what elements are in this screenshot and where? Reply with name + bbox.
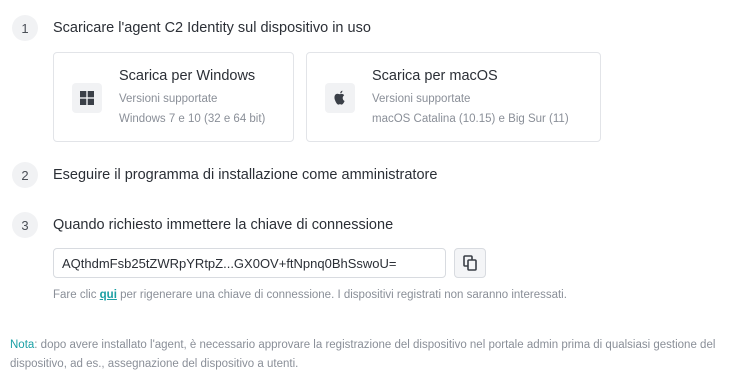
connection-key-field[interactable] <box>53 248 446 278</box>
apple-icon <box>325 83 355 113</box>
step-1-title: Scaricare l'agent C2 Identity sul dispos… <box>53 20 371 36</box>
regenerate-key-link[interactable]: qui <box>100 289 117 301</box>
step-3-title: Quando richiesto immettere la chiave di … <box>53 217 394 233</box>
step-2-title: Eseguire il programma di installazione c… <box>53 167 438 183</box>
macos-supported-label: Versioni supportate <box>372 93 471 105</box>
copy-icon <box>463 255 477 271</box>
download-macos-title: Scarica per macOS <box>372 68 498 84</box>
note-text: Nota: dopo avere installato l'agent, è n… <box>10 336 735 374</box>
hint-after: per rigenerare una chiave di connessione… <box>116 289 567 301</box>
hint-before: Fare clic <box>53 289 100 301</box>
windows-versions: Windows 7 e 10 (32 e 64 bit) <box>119 113 266 125</box>
download-windows-card[interactable]: Scarica per Windows Versioni supportate … <box>53 52 294 142</box>
regenerate-key-hint: Fare clic qui per rigenerare una chiave … <box>53 289 567 301</box>
note-body: : dopo avere installato l'agent, è neces… <box>10 339 716 370</box>
windows-icon <box>72 83 102 113</box>
macos-versions: macOS Catalina (10.15) e Big Sur (11) <box>372 113 569 125</box>
windows-supported-label: Versioni supportate <box>119 93 218 105</box>
download-windows-title: Scarica per Windows <box>119 68 256 84</box>
step-3-number: 3 <box>12 212 38 238</box>
step-2-number: 2 <box>12 162 38 188</box>
step-1-number: 1 <box>12 15 38 41</box>
copy-key-button[interactable] <box>454 248 486 278</box>
download-macos-card[interactable]: Scarica per macOS Versioni supportate ma… <box>306 52 601 142</box>
note-label: Nota <box>10 339 35 351</box>
